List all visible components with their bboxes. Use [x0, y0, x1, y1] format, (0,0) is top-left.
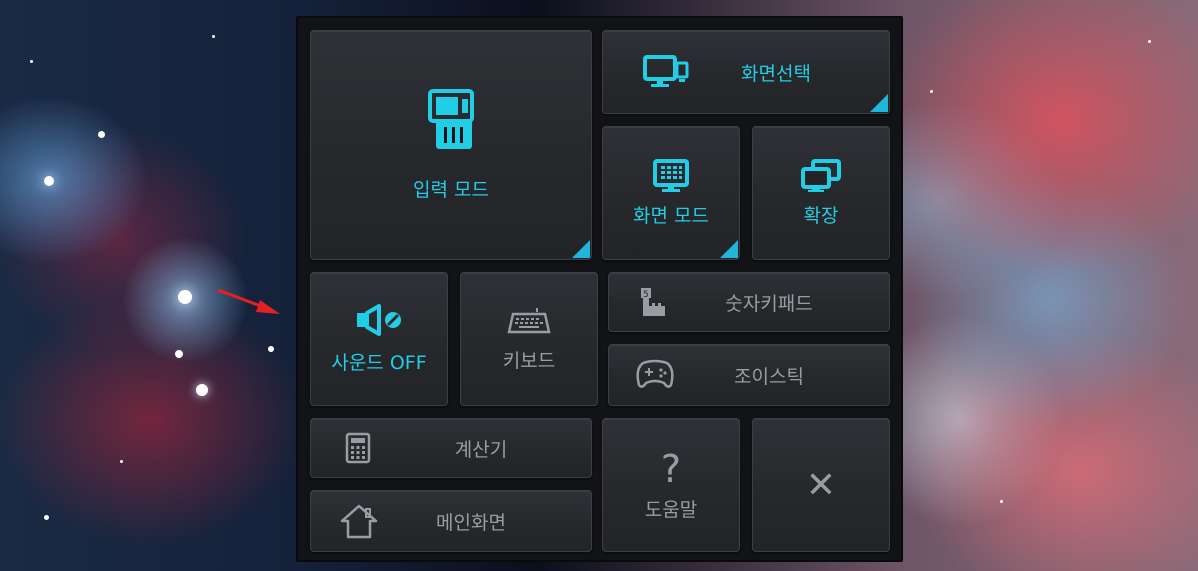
- joystick-label: 조이스틱: [734, 365, 804, 388]
- star: [930, 90, 933, 93]
- dual-monitor-icon: [643, 55, 689, 87]
- submenu-corner: [720, 240, 738, 258]
- input-mode-button[interactable]: 입력 모드: [310, 30, 592, 260]
- star: [44, 176, 54, 186]
- main-screen-button[interactable]: 메인화면: [310, 490, 592, 552]
- screen-mode-button[interactable]: 화면 모드: [602, 126, 740, 260]
- help-label: 도움말: [644, 498, 698, 521]
- gamepad-icon: [636, 359, 674, 388]
- joystick-button[interactable]: 조이스틱: [608, 344, 890, 406]
- screen-select-label: 화면선택: [741, 62, 811, 85]
- numpad-hand-icon: 5: [641, 288, 665, 316]
- star: [175, 350, 183, 358]
- calculator-label: 계산기: [454, 438, 508, 461]
- touch-tablet-icon: [428, 88, 474, 149]
- calculator-icon: [345, 432, 371, 464]
- input-mode-label: 입력 모드: [413, 178, 489, 201]
- stacked-windows-icon: [801, 158, 841, 192]
- star: [196, 384, 208, 396]
- star: [44, 515, 49, 520]
- star: [30, 60, 33, 63]
- expand-label: 확장: [803, 204, 839, 227]
- star: [98, 131, 105, 138]
- screen-select-button[interactable]: 화면선택: [602, 30, 890, 114]
- keyboard-icon: [507, 307, 551, 333]
- screen-mode-label: 화면 모드: [633, 204, 709, 227]
- help-button[interactable]: ? 도움말: [602, 418, 740, 552]
- star: [1000, 500, 1003, 503]
- numpad-button[interactable]: 5 숫자키패드: [608, 272, 890, 332]
- home-icon: [340, 504, 378, 539]
- close-button[interactable]: ✕: [752, 418, 890, 552]
- expand-button[interactable]: 확장: [752, 126, 890, 260]
- star: [268, 346, 274, 352]
- red-arrow-icon: [217, 288, 280, 314]
- star: [1148, 40, 1151, 43]
- submenu-corner: [870, 94, 888, 112]
- sound-off-button[interactable]: 사운드 OFF: [310, 272, 448, 406]
- control-panel: 입력 모드 화면선택 화면 모드 확장 사운드 OFF 키보드 5 숫자키패드 …: [296, 16, 903, 562]
- sound-off-label: 사운드 OFF: [331, 351, 427, 374]
- numpad-label: 숫자키패드: [725, 292, 813, 315]
- keyboard-button[interactable]: 키보드: [460, 272, 598, 406]
- speaker-off-icon: [357, 303, 401, 336]
- main-screen-label: 메인화면: [436, 511, 506, 534]
- star: [212, 35, 215, 38]
- calculator-button[interactable]: 계산기: [310, 418, 592, 478]
- close-icon: ✕: [805, 464, 837, 506]
- keyboard-label: 키보드: [502, 349, 556, 372]
- star: [120, 460, 123, 463]
- star: [178, 290, 192, 304]
- monitor-grid-icon: [653, 158, 689, 192]
- question-icon: ?: [660, 446, 682, 491]
- submenu-corner: [572, 240, 590, 258]
